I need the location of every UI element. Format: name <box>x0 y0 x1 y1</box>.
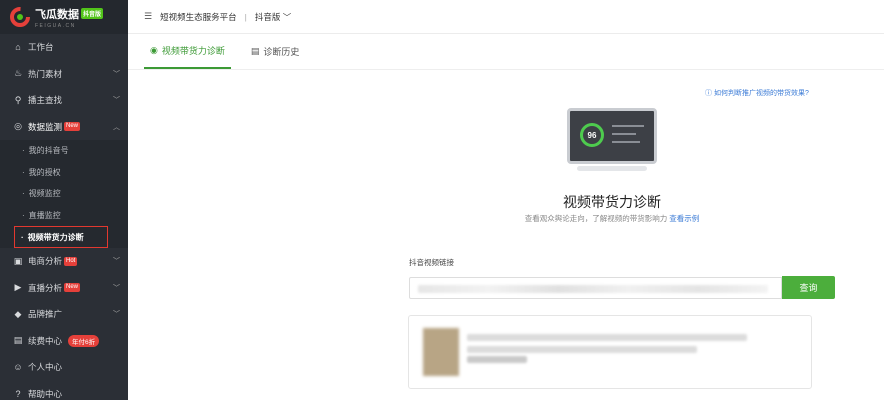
help-icon: ? <box>15 388 21 399</box>
tab-diagnosis-history[interactable]: ▤ 诊断历史 <box>245 33 306 69</box>
top-bar: ☰ 短视频生态服务平台 | 抖音版 ﹀ <box>128 0 884 34</box>
menu-toggle-icon[interactable]: ☰ <box>144 11 152 22</box>
submenu-item-video-diagnosis[interactable]: · 视频带货力诊断 <box>14 226 108 248</box>
user-icon: ☺ <box>13 362 23 373</box>
sidebar-item-help[interactable]: ? 帮助中心 <box>0 381 128 400</box>
new-badge: New <box>64 122 81 132</box>
sidebar-item-label: 电商分析 <box>28 256 63 267</box>
video-result-card[interactable] <box>408 315 812 389</box>
illustration-line <box>612 125 644 127</box>
video-link-input[interactable] <box>409 277 782 299</box>
tab-video-diagnosis[interactable]: ◉ 视频带货力诊断 <box>144 33 231 69</box>
main-content: ⓘ 如何判断推广视频的带货效果? 96 视频带货力诊断 查看观众舆论走向，了解视… <box>128 70 884 400</box>
page-subtitle: 查看观众舆论走向，了解视频的带货影响力 查看示例 <box>508 213 716 224</box>
chevron-up-icon: ︿ <box>113 123 120 131</box>
version-label: 抖音版 <box>254 11 281 22</box>
brand-badge: 抖音版 <box>81 8 104 19</box>
illustration-line <box>612 133 636 135</box>
brand-logo[interactable]: 飞瓜数据 抖音版 FEIGUA.CN <box>0 0 128 34</box>
query-button[interactable]: 查询 <box>782 276 835 299</box>
logo-icon <box>10 7 30 27</box>
score-circle: 96 <box>580 123 604 147</box>
monitor-illustration: 96 <box>567 108 657 164</box>
submenu-item-label: 视频带货力诊断 <box>27 232 84 242</box>
sidebar-item-profile[interactable]: ☺ 个人中心 <box>0 354 128 381</box>
version-switcher[interactable]: 抖音版 ﹀ <box>255 11 291 23</box>
flame-icon: ♨ <box>13 68 23 79</box>
chevron-down-icon: ﹀ <box>113 258 120 266</box>
blurred-author <box>467 356 527 363</box>
tab-bar: ◉ 视频带货力诊断 ▤ 诊断历史 <box>128 34 884 70</box>
sidebar-item-label: 工作台 <box>28 42 54 53</box>
view-example-link[interactable]: 查看示例 <box>669 214 699 223</box>
sidebar: 飞瓜数据 抖音版 FEIGUA.CN ⌂ 工作台 ♨ 热门素材 ﹀ ⚲ 播主查找… <box>0 0 128 400</box>
sidebar-item-ecommerce[interactable]: ▣ 电商分析 Hot ﹀ <box>0 248 128 275</box>
sidebar-item-brand-promotion[interactable]: ◆ 品牌推广 ﹀ <box>0 301 128 328</box>
data-monitor-submenu: · 我的抖音号 · 我的授权 · 视频监控 · 直播监控 · 视频带货力诊断 <box>0 140 128 248</box>
tab-label: 视频带货力诊断 <box>161 45 225 56</box>
diamond-icon: ◆ <box>14 308 22 319</box>
sidebar-item-data-monitor[interactable]: ◎ 数据监测 New ︿ <box>0 113 128 140</box>
sidebar-item-label: 品牌推广 <box>28 309 63 320</box>
sidebar-item-find-streamer[interactable]: ⚲ 播主查找 ﹀ <box>0 87 128 114</box>
illustration-line <box>612 141 640 143</box>
chevron-down-icon: ﹀ <box>113 70 120 78</box>
diagnosis-illustration: 96 <box>567 108 657 172</box>
tab-label: 诊断历史 <box>263 46 300 57</box>
cart-icon: ▣ <box>13 255 23 266</box>
help-link[interactable]: ⓘ 如何判断推广视频的带货效果? <box>705 88 809 98</box>
page-title: 视频带货力诊断 <box>563 194 661 210</box>
blurred-video-title <box>467 334 747 341</box>
sidebar-item-hot-materials[interactable]: ♨ 热门素材 ﹀ <box>0 61 128 88</box>
divider: | <box>244 11 247 22</box>
subtitle-text: 查看观众舆论走向，了解视频的带货影响力 <box>524 214 668 223</box>
monitor-stand <box>577 166 647 171</box>
submenu-item-my-authorization[interactable]: · 我的授权 <box>0 162 128 184</box>
question-icon: ⓘ <box>705 90 714 97</box>
search-icon: ⚲ <box>14 94 22 105</box>
video-thumbnail <box>423 328 459 376</box>
hot-badge: Hot <box>64 256 78 266</box>
chevron-down-icon: ﹀ <box>113 311 120 319</box>
blurred-video-title <box>467 346 697 353</box>
chevron-down-icon: ﹀ <box>113 284 120 292</box>
blurred-link-value <box>418 285 768 293</box>
discount-badge: 年付6折 <box>68 334 100 347</box>
brand-title: 飞瓜数据 <box>35 8 79 21</box>
sidebar-item-renewal[interactable]: ▤ 续费中心 年付6折 <box>0 328 128 355</box>
new-badge: New <box>64 283 81 293</box>
target-icon: ◉ <box>150 44 158 55</box>
video-link-label: 抖音视频链接 <box>409 258 454 267</box>
live-icon: ▶ <box>14 282 22 293</box>
sidebar-item-label: 个人中心 <box>28 362 63 373</box>
monitor-icon: ◎ <box>14 121 22 132</box>
chevron-down-icon: ﹀ <box>282 11 292 22</box>
sidebar-item-label: 直播分析 <box>28 282 63 293</box>
sidebar-item-label: 热门素材 <box>28 68 63 79</box>
submenu-item-live-monitor[interactable]: · 直播监控 <box>0 205 128 227</box>
home-icon: ⌂ <box>15 42 21 53</box>
chevron-down-icon: ﹀ <box>113 97 120 105</box>
submenu-item-label: 直播监控 <box>28 210 61 220</box>
sidebar-item-live-analysis[interactable]: ▶ 直播分析 New ﹀ <box>0 275 128 302</box>
sidebar-item-label: 播主查找 <box>28 95 63 106</box>
sidebar-item-workbench[interactable]: ⌂ 工作台 <box>0 34 128 61</box>
history-icon: ▤ <box>250 45 260 56</box>
sidebar-item-label: 续费中心 <box>28 335 63 346</box>
sidebar-item-label: 数据监测 <box>28 121 63 132</box>
brand-subtitle: FEIGUA.CN <box>35 22 76 29</box>
submenu-item-label: 我的抖音号 <box>28 146 69 156</box>
sidebar-item-label: 帮助中心 <box>28 388 63 399</box>
card-icon: ▤ <box>13 335 23 346</box>
submenu-item-video-monitor[interactable]: · 视频监控 <box>0 183 128 205</box>
platform-name: 短视频生态服务平台 <box>160 11 237 22</box>
submenu-item-my-account[interactable]: · 我的抖音号 <box>0 140 128 162</box>
help-link-text: 如何判断推广视频的带货效果? <box>713 90 809 97</box>
submenu-item-label: 我的授权 <box>28 167 61 177</box>
submenu-item-label: 视频监控 <box>28 189 61 199</box>
